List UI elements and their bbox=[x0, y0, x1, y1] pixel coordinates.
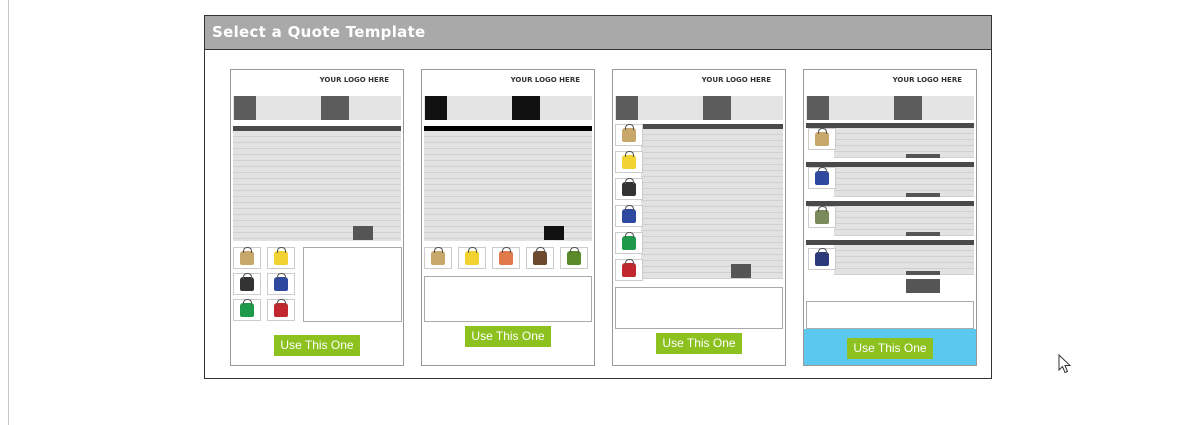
bag-icon bbox=[622, 205, 636, 223]
product-thumb bbox=[424, 247, 452, 269]
quote-info-block bbox=[703, 96, 731, 120]
line-items-table bbox=[834, 206, 974, 236]
mouse-pointer-icon bbox=[1058, 353, 1072, 378]
notes-box bbox=[806, 301, 974, 329]
template-card-3[interactable]: YOUR LOGO HERE Use This One bbox=[612, 69, 786, 366]
use-this-one-button[interactable]: Use This One bbox=[274, 335, 360, 356]
notes-box bbox=[615, 287, 783, 329]
use-this-one-button[interactable]: Use This One bbox=[656, 333, 742, 354]
bag-icon bbox=[622, 232, 636, 250]
product-thumb bbox=[615, 178, 643, 200]
product-thumb bbox=[615, 232, 643, 254]
bag-icon bbox=[622, 151, 636, 169]
bag-icon bbox=[815, 248, 829, 266]
bag-icon bbox=[240, 273, 254, 291]
template-card-4[interactable]: YOUR LOGO HERE Use This One bbox=[803, 69, 977, 366]
dialog-title: Select a Quote Template bbox=[205, 16, 991, 50]
card-footer: Use This One bbox=[613, 329, 785, 365]
quote-template-dialog: Select a Quote Template YOUR LOGO HERE U… bbox=[204, 15, 992, 379]
product-thumb bbox=[560, 247, 588, 269]
line-items-table bbox=[834, 128, 974, 158]
bag-icon bbox=[533, 247, 547, 265]
bag-icon bbox=[499, 247, 513, 265]
bag-icon bbox=[815, 128, 829, 146]
header-band bbox=[806, 96, 974, 120]
product-thumb bbox=[615, 259, 643, 281]
bag-icon bbox=[622, 259, 636, 277]
total-box bbox=[906, 279, 940, 293]
bag-icon bbox=[622, 124, 636, 142]
header-band bbox=[424, 96, 592, 120]
company-info-block bbox=[616, 96, 638, 120]
subtotal-bar bbox=[906, 154, 940, 158]
product-thumb bbox=[458, 247, 486, 269]
card-footer: Use This One bbox=[422, 326, 594, 365]
quote-info-block bbox=[512, 96, 540, 120]
company-info-block bbox=[234, 96, 256, 120]
product-thumb bbox=[808, 206, 836, 228]
product-thumb bbox=[615, 151, 643, 173]
product-thumb bbox=[267, 299, 295, 321]
product-thumb bbox=[615, 124, 643, 146]
bag-icon bbox=[240, 247, 254, 265]
bag-icon bbox=[431, 247, 445, 265]
line-items-table bbox=[641, 129, 783, 279]
card-footer: Use This One bbox=[231, 329, 403, 365]
total-box bbox=[544, 226, 564, 240]
notes-box bbox=[424, 276, 592, 322]
product-thumb bbox=[267, 273, 295, 295]
subtotal-bar bbox=[906, 271, 940, 275]
logo-placeholder: YOUR LOGO HERE bbox=[701, 76, 771, 84]
use-this-one-button[interactable]: Use This One bbox=[465, 326, 551, 347]
card-footer-selected: Use This One bbox=[804, 329, 976, 365]
bag-icon bbox=[622, 178, 636, 196]
product-thumb bbox=[233, 247, 261, 269]
company-info-block bbox=[425, 96, 447, 120]
line-items-table bbox=[834, 167, 974, 197]
product-thumb bbox=[233, 299, 261, 321]
total-box bbox=[353, 226, 373, 240]
line-items-table bbox=[233, 131, 401, 241]
company-info-block bbox=[807, 96, 829, 120]
product-thumb bbox=[492, 247, 520, 269]
bag-icon bbox=[240, 299, 254, 317]
logo-placeholder: YOUR LOGO HERE bbox=[892, 76, 962, 84]
use-this-one-button[interactable]: Use This One bbox=[847, 338, 933, 359]
subtotal-bar bbox=[906, 232, 940, 236]
product-thumb bbox=[267, 247, 295, 269]
bag-icon bbox=[274, 247, 288, 265]
bag-icon bbox=[567, 247, 581, 265]
line-items-table bbox=[834, 245, 974, 275]
line-items-table bbox=[424, 131, 592, 241]
bag-icon bbox=[815, 206, 829, 224]
product-thumb bbox=[808, 128, 836, 150]
product-thumb bbox=[526, 247, 554, 269]
total-box bbox=[731, 264, 751, 278]
quote-info-block bbox=[321, 96, 349, 120]
bag-icon bbox=[465, 247, 479, 265]
left-divider bbox=[8, 0, 9, 425]
bag-icon bbox=[274, 299, 288, 317]
logo-placeholder: YOUR LOGO HERE bbox=[319, 76, 389, 84]
product-thumb bbox=[808, 167, 836, 189]
logo-placeholder: YOUR LOGO HERE bbox=[510, 76, 580, 84]
template-card-1[interactable]: YOUR LOGO HERE Use This One bbox=[230, 69, 404, 366]
header-band bbox=[233, 96, 401, 120]
header-band bbox=[615, 96, 783, 120]
quote-info-block bbox=[894, 96, 922, 120]
product-thumb bbox=[808, 248, 836, 270]
notes-box bbox=[303, 247, 402, 322]
template-card-2[interactable]: YOUR LOGO HERE Use This One bbox=[421, 69, 595, 366]
bag-icon bbox=[815, 167, 829, 185]
subtotal-bar bbox=[906, 193, 940, 197]
product-thumb bbox=[615, 205, 643, 227]
product-thumb bbox=[233, 273, 261, 295]
bag-icon bbox=[274, 273, 288, 291]
